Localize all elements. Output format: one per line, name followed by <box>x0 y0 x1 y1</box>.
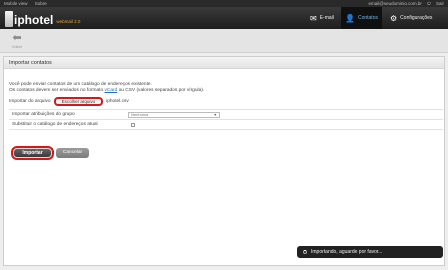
nav-email-label: E-mail <box>319 15 334 21</box>
format-text: Os contatos devem ser enviados no format… <box>9 88 204 93</box>
file-name: iphotel.csv <box>106 99 129 104</box>
replace-checkbox[interactable] <box>131 123 135 127</box>
nav-settings[interactable]: ⚙ Configurações <box>386 7 436 29</box>
about-link[interactable]: Sobre <box>35 1 47 6</box>
status-toast: Importando, aguarde por favor... <box>297 246 443 258</box>
upload-row: Importar do arquivo Escolher arquivo iph… <box>9 97 129 106</box>
gear-icon: ⚙ <box>390 13 398 23</box>
import-button-label: Importar <box>14 149 51 157</box>
group-select[interactable]: Nenhuma ▼ <box>128 112 220 118</box>
spinner-icon <box>303 250 307 254</box>
vcard-link[interactable]: vCard <box>104 88 117 93</box>
app-header: iphotel webmail 2.0 ✉ E-mail 👤 Contatos … <box>0 7 448 29</box>
power-icon: ⏻ <box>427 1 431 6</box>
status-message: Importando, aguarde por favor... <box>311 249 383 255</box>
panel-title: Importar contatos <box>4 57 444 69</box>
logo-mark-icon <box>5 11 13 27</box>
nav-contacts-label: Contatos <box>357 15 378 21</box>
arrow-left-icon: ⬅ <box>12 32 22 44</box>
toolbar: ⬅ Voltar <box>0 29 448 53</box>
replace-row: Substituir o catálogo de endereços atual <box>9 120 443 130</box>
import-button[interactable]: Importar <box>11 146 54 160</box>
person-icon: 👤 <box>345 13 355 23</box>
logo-name: iphotel <box>14 13 54 27</box>
upload-label: Importar do arquivo <box>9 99 51 104</box>
back-label: Voltar <box>11 44 23 49</box>
options-table: Importar atribuições do grupo Nenhuma ▼ … <box>9 109 443 130</box>
intro-text: Você pode enviar contatos de um catálogo… <box>9 82 152 87</box>
format-text-post: ou CSV (valores separados por vírgula). <box>117 88 205 93</box>
mobile-view-link[interactable]: Mobile view <box>4 1 28 6</box>
logo: iphotel webmail 2.0 <box>5 9 80 27</box>
format-text-pre: Os contatos devem ser enviados no format… <box>9 88 105 93</box>
choose-file-button[interactable]: Escolher arquivo <box>53 97 104 106</box>
chevron-down-icon: ▼ <box>213 113 217 117</box>
cancel-button[interactable]: Cancelar <box>56 148 89 158</box>
nav-contacts[interactable]: 👤 Contatos <box>341 7 382 29</box>
group-label: Importar atribuições do grupo <box>12 112 75 117</box>
group-select-value: Nenhuma <box>131 112 149 117</box>
replace-label: Substituir o catálogo de endereços atual <box>12 122 98 127</box>
logout-link[interactable]: Sair <box>436 1 444 6</box>
back-button[interactable]: ⬅ Voltar <box>7 32 27 49</box>
import-contacts-panel: Importar contatos Você pode enviar conta… <box>3 56 445 266</box>
group-row: Importar atribuições do grupo Nenhuma ▼ <box>9 110 443 120</box>
nav-email[interactable]: ✉ E-mail <box>306 7 338 29</box>
nav-settings-label: Configurações <box>400 15 433 21</box>
top-bar: Mobile view Sobre email@seudominio.com.b… <box>0 0 448 7</box>
logo-edition: webmail 2.0 <box>56 19 81 24</box>
user-email: email@seudominio.com.br <box>368 1 422 6</box>
envelope-icon: ✉ <box>310 13 317 23</box>
